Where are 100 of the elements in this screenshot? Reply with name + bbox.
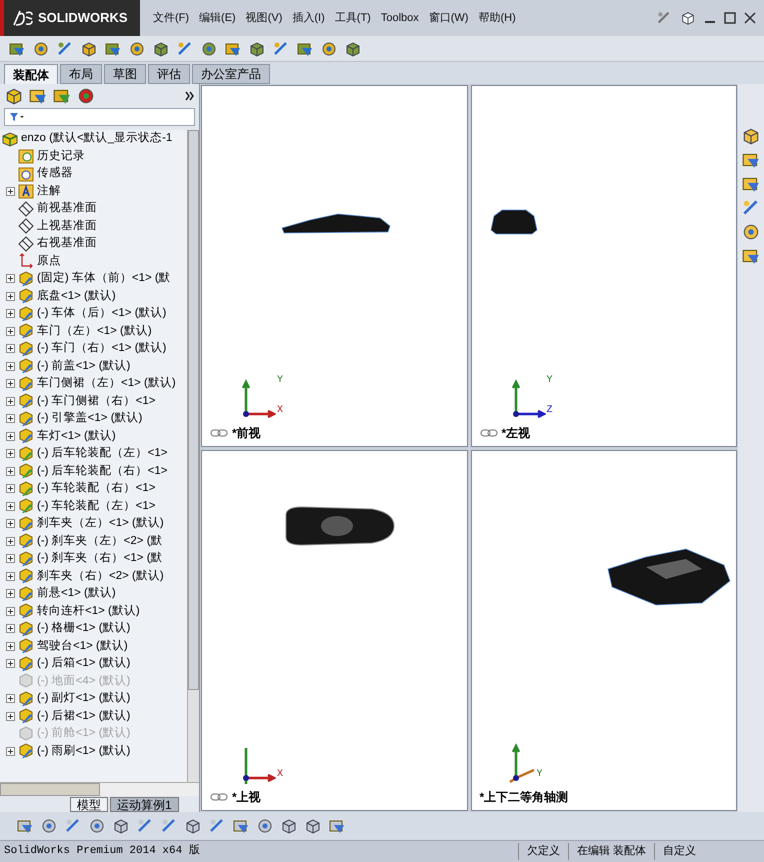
expand-plus-icon[interactable] bbox=[6, 344, 15, 354]
tree-item[interactable]: (-) 引擎盖<1> (默认) bbox=[37, 410, 142, 428]
expand-plus-icon[interactable] bbox=[6, 309, 15, 318]
part-icon bbox=[18, 726, 34, 742]
menu-item[interactable]: 编辑(E) bbox=[196, 10, 239, 26]
filter-icon[interactable] bbox=[9, 112, 25, 122]
expand-plus-icon[interactable] bbox=[6, 414, 15, 424]
maximize-icon[interactable] bbox=[724, 12, 736, 24]
expand-plus-icon[interactable] bbox=[6, 589, 15, 598]
expand-plus-icon[interactable] bbox=[6, 274, 15, 284]
tree-item[interactable]: (-) 后车轮装配（右）<1> bbox=[37, 462, 168, 480]
tree-item[interactable]: 刹车夹（右）<2> (默认) bbox=[37, 568, 164, 585]
tree-item[interactable]: 车门侧裙（左）<1> (默认) bbox=[37, 375, 176, 392]
tree-item[interactable]: 历史记录 bbox=[37, 148, 85, 165]
box-tool-icon[interactable] bbox=[152, 40, 170, 58]
circle-tool-icon[interactable] bbox=[40, 817, 58, 835]
menu-item[interactable]: 窗口(W) bbox=[426, 10, 472, 26]
tree-item[interactable]: 底盘<1> (默认) bbox=[37, 288, 116, 305]
expand-plus-icon[interactable] bbox=[6, 712, 15, 721]
expand-plus-icon[interactable] bbox=[6, 624, 15, 634]
tree-item[interactable]: 右视基准面 bbox=[37, 235, 97, 252]
tree-item[interactable]: (-) 后车轮装配（左）<1> bbox=[37, 445, 168, 462]
tree-item[interactable]: 上视基准面 bbox=[37, 218, 97, 235]
tree-item[interactable]: 转向连杆<1> (默认) bbox=[37, 602, 140, 620]
expand-plus-icon[interactable] bbox=[6, 519, 15, 528]
link-icon[interactable] bbox=[210, 792, 228, 802]
command-tab[interactable]: 办公室产品 bbox=[192, 64, 270, 84]
box-tool-icon[interactable] bbox=[80, 40, 98, 58]
expand-plus-icon[interactable] bbox=[6, 572, 15, 581]
expand-plus-icon[interactable] bbox=[6, 554, 15, 564]
tree-item[interactable]: (-) 车体（后）<1> (默认) bbox=[37, 305, 166, 322]
menu-item[interactable]: 插入(I) bbox=[289, 10, 328, 26]
tree-item[interactable]: 前视基准面 bbox=[37, 200, 97, 218]
expand-plus-icon[interactable] bbox=[6, 484, 15, 494]
expand-plus-icon[interactable] bbox=[6, 606, 15, 616]
expand-plus-icon[interactable] bbox=[6, 746, 15, 756]
expand-plus-icon[interactable] bbox=[6, 642, 15, 651]
menu-item[interactable]: 工具(T) bbox=[332, 10, 374, 26]
tree-item[interactable]: (-) 格栅<1> (默认) bbox=[37, 620, 130, 638]
viewport[interactable]: X *上视 bbox=[201, 450, 468, 811]
menu-item[interactable]: Toolbox bbox=[378, 10, 422, 26]
link-icon[interactable] bbox=[480, 428, 498, 438]
box-tool-icon[interactable] bbox=[344, 40, 362, 58]
status-field: 在编辑 装配体 bbox=[568, 843, 654, 860]
tree-item[interactable]: 注解 bbox=[37, 182, 61, 200]
tree-item[interactable]: 车门（左）<1> (默认) bbox=[37, 322, 152, 340]
tree-item[interactable]: 车灯<1> (默认) bbox=[37, 428, 116, 445]
tree-item[interactable]: 前悬<1> (默认) bbox=[37, 585, 116, 602]
expand-plus-icon[interactable] bbox=[6, 694, 15, 704]
menu-item[interactable]: 帮助(H) bbox=[475, 10, 519, 26]
close-icon[interactable] bbox=[744, 12, 756, 24]
box-tool-icon[interactable] bbox=[248, 40, 266, 58]
model-tab[interactable]: 运动算例1 bbox=[110, 797, 179, 812]
expand-plus-icon[interactable] bbox=[6, 659, 15, 668]
horizontal-scrollbar[interactable] bbox=[0, 782, 199, 796]
command-tab[interactable]: 草图 bbox=[104, 64, 146, 84]
expand-chevron-icon[interactable] bbox=[185, 91, 195, 101]
menu-item[interactable]: 文件(F) bbox=[150, 10, 192, 26]
command-tab[interactable]: 评估 bbox=[148, 64, 190, 84]
tree-item[interactable]: (固定) 车体（前）<1> (默 bbox=[37, 270, 171, 288]
viewport[interactable]: Y *上下二等角轴测 bbox=[470, 450, 737, 811]
tree-item[interactable]: (-) 雨刷<1> (默认) bbox=[37, 742, 130, 760]
expand-plus-icon[interactable] bbox=[6, 466, 15, 476]
part-icon bbox=[18, 638, 34, 654]
expand-plus-icon[interactable] bbox=[6, 449, 15, 458]
expand-plus-icon[interactable] bbox=[6, 379, 15, 388]
viewport[interactable]: Y X *前视 bbox=[201, 85, 468, 446]
menu-item[interactable]: 视图(V) bbox=[242, 10, 286, 26]
tree-item[interactable]: (-) 刹车夹（右）<1> (默 bbox=[37, 550, 163, 568]
expand-plus-icon[interactable] bbox=[6, 502, 15, 511]
tree-item[interactable]: enzo (默认<默认_显示状态-1 bbox=[21, 130, 172, 148]
expand-plus-icon[interactable] bbox=[6, 536, 15, 546]
filter-field[interactable] bbox=[4, 108, 195, 126]
tree-item[interactable]: 原点 bbox=[37, 252, 61, 270]
tree-item[interactable]: (-) 后箱<1> (默认) bbox=[37, 655, 130, 672]
link-icon[interactable] bbox=[210, 428, 228, 438]
tree-item[interactable]: 传感器 bbox=[37, 165, 73, 182]
tree-item[interactable]: 驾驶台<1> (默认) bbox=[37, 638, 128, 655]
expand-plus-icon[interactable] bbox=[6, 292, 15, 301]
expand-plus-icon[interactable] bbox=[6, 432, 15, 441]
viewport[interactable]: Y Z *左视 bbox=[470, 85, 737, 446]
tree-item[interactable]: (-) 刹车夹（左）<2> (默 bbox=[37, 532, 163, 550]
tree-item[interactable]: (-) 副灯<1> (默认) bbox=[37, 690, 130, 708]
command-tab[interactable]: 布局 bbox=[60, 64, 102, 84]
tree-item[interactable]: (-) 车轮装配（右）<1> bbox=[37, 480, 156, 498]
tree-item[interactable]: 刹车夹（左）<1> (默认) bbox=[37, 515, 164, 532]
tree-item[interactable]: (-) 车轮装配（左）<1> bbox=[37, 498, 156, 515]
tree-item[interactable]: (-) 前盖<1> (默认) bbox=[37, 358, 130, 375]
tree-item[interactable]: (-) 后裙<1> (默认) bbox=[37, 708, 130, 725]
tree-item[interactable]: (-) 车门（右）<1> (默认) bbox=[37, 340, 166, 358]
vertical-scrollbar[interactable] bbox=[187, 130, 199, 782]
tree-item[interactable]: (-) 车门侧裙（右）<1> bbox=[37, 392, 156, 410]
expand-plus-icon[interactable] bbox=[6, 396, 15, 406]
expand-plus-icon[interactable] bbox=[6, 362, 15, 371]
expand-plus-icon[interactable] bbox=[6, 326, 15, 336]
circle-tool-icon[interactable] bbox=[88, 817, 106, 835]
circle-tool-icon[interactable] bbox=[256, 817, 274, 835]
command-tab[interactable]: 装配体 bbox=[4, 64, 58, 84]
expand-plus-icon[interactable] bbox=[6, 186, 15, 196]
model-tab[interactable]: 模型 bbox=[70, 797, 108, 812]
